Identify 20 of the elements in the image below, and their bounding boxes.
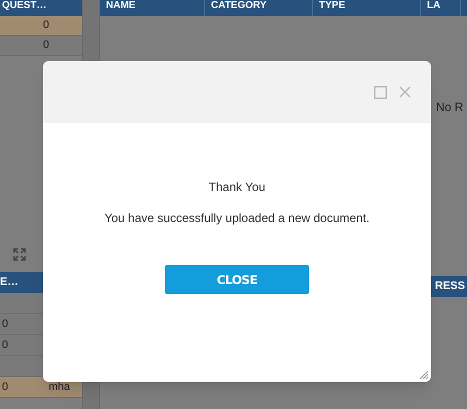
- column-header[interactable]: LA: [421, 0, 461, 16]
- table-cell-text: mha: [48, 380, 70, 395]
- column-header[interactable]: TYPE: [313, 0, 421, 16]
- column-header[interactable]: QUEST…: [0, 0, 82, 16]
- table-cell-text: 0: [42, 18, 50, 34]
- empty-message: No R: [436, 99, 464, 116]
- table-cell-text: 0: [2, 380, 8, 395]
- dialog-message: You have successfully uploaded a new document.: [104, 210, 370, 227]
- table-cell-text: 0: [2, 316, 8, 332]
- dialog-heading: Thank You: [208, 179, 266, 196]
- column-header[interactable]: NAME: [100, 0, 205, 16]
- table-cell-text: 0: [42, 38, 50, 54]
- expand-icon[interactable]: [12, 246, 27, 262]
- table-cell-text: 0: [2, 338, 8, 353]
- table-row[interactable]: 0: [0, 36, 82, 56]
- table-row[interactable]: 0: [0, 16, 82, 36]
- maximize-icon[interactable]: [374, 86, 387, 98]
- column-header[interactable]: CATEGORY: [205, 0, 313, 16]
- close-icon[interactable]: [399, 86, 411, 98]
- resize-grip-icon[interactable]: [418, 369, 428, 379]
